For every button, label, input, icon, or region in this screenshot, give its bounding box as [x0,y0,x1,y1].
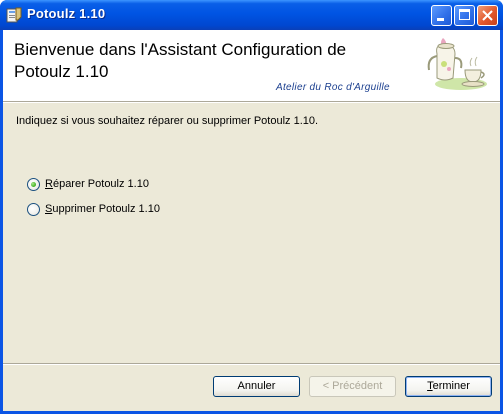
finish-button[interactable]: Terminer [405,376,492,397]
previous-button[interactable]: < Précédent [309,376,396,397]
installer-icon [6,7,22,23]
finish-label-rest: erminer [432,380,470,392]
welcome-title: Bienvenue dans l'Assistant Configuration… [14,40,347,81]
window-title: Potoulz 1.10 [27,6,106,21]
remove-radio[interactable] [27,202,40,216]
repair-label-rest: éparer Potoulz 1.10 [52,178,149,190]
footer-divider [3,363,500,365]
dialog-client-area: Bienvenue dans l'Assistant Configuration… [3,30,500,411]
header-banner: Bienvenue dans l'Assistant Configuration… [3,30,500,101]
minimize-button[interactable] [431,5,452,26]
remove-option[interactable]: Supprimer Potoulz 1.10 [27,201,160,217]
instruction-text: Indiquez si vous souhaitez réparer ou su… [16,115,319,127]
banner-divider [3,101,500,103]
close-button[interactable] [477,5,498,26]
repair-label-accel: R [45,178,53,190]
company-name: Atelier du Roc d'Arguille [276,82,390,93]
repair-option[interactable]: Réparer Potoulz 1.10 [27,176,149,192]
cancel-button[interactable]: Annuler [213,376,300,397]
remove-label: Supprimer Potoulz 1.10 [45,203,160,215]
maximize-button[interactable] [454,5,475,26]
repair-radio[interactable] [27,177,40,191]
close-icon [482,10,493,21]
maximize-icon [459,9,470,20]
minimize-icon [437,18,444,21]
title-bar[interactable]: Potoulz 1.10 [0,0,503,30]
remove-label-rest: upprimer Potoulz 1.10 [52,203,160,215]
repair-label: Réparer Potoulz 1.10 [45,178,149,190]
teapot-cup-illustration [427,38,487,90]
installer-window: Potoulz 1.10 Bienvenue dans l'Assistant … [0,0,503,414]
